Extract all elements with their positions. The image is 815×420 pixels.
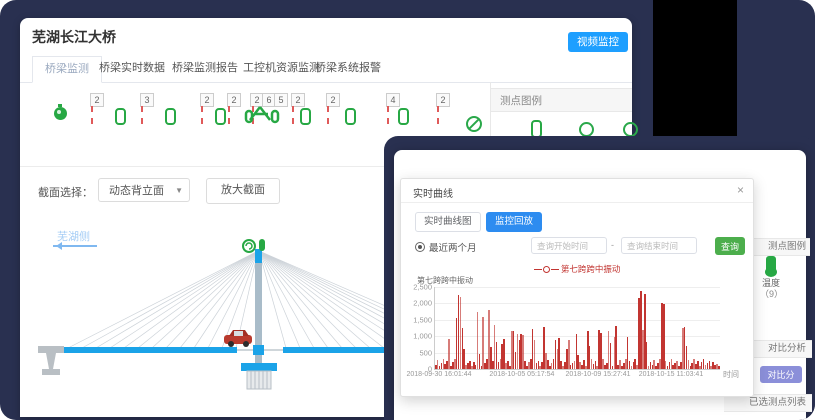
y-tick-label: 1,000	[413, 332, 432, 341]
left-pier	[38, 346, 64, 375]
tabs-bar: 桥梁监测 桥梁实时数据 桥梁监测报告 工控机资源监测 桥梁系统报警 视频监控	[20, 56, 632, 83]
y-tick-label: 500	[419, 348, 432, 357]
last-two-months-radio[interactable]	[415, 242, 425, 252]
vibration-bar	[448, 339, 450, 369]
link-sensor-icon[interactable]	[398, 108, 409, 125]
enlarge-section-button[interactable]: 放大截面	[206, 178, 280, 204]
detail-window: 测点图例 温度 （9） 对比分析 对比分析 已选测点列表 实时曲线 × 实时曲线…	[394, 150, 806, 420]
vibration-bar	[663, 304, 665, 369]
tab-ipc-resource[interactable]: 工控机资源监测	[243, 56, 320, 81]
tower-top-sensor-icons	[243, 239, 265, 252]
dashed-marker	[437, 106, 439, 124]
section-select-dropdown[interactable]: 动态背立面 ▼	[98, 178, 190, 202]
vibration-bar	[718, 366, 720, 369]
legend-panel-title: 测点图例	[491, 88, 632, 112]
black-screen-region	[653, 0, 737, 140]
link-sensor-icon[interactable]	[165, 108, 176, 125]
range-separator: -	[611, 240, 614, 250]
round-sensor-icon	[579, 122, 594, 137]
tab-realtime-data[interactable]: 桥梁实时数据	[99, 56, 165, 81]
link-sensor-icon[interactable]	[115, 108, 126, 125]
sensor-count-badge: 2	[291, 93, 305, 107]
page-background: 芜湖长江大桥 桥梁监测 桥梁实时数据 桥梁监测报告 工控机资源监测 桥梁系统报警…	[0, 0, 815, 420]
tab-monitor-playback[interactable]: 监控回放	[486, 212, 542, 232]
x-tick-label: 2018-10-09 15:27:41	[566, 371, 631, 378]
dashed-marker	[327, 106, 329, 124]
dashed-marker	[141, 106, 143, 124]
link-sensor-icon[interactable]	[215, 108, 226, 125]
last-two-months-label: 最近两个月	[429, 240, 477, 254]
modal-header: 实时曲线 ×	[401, 179, 753, 203]
dashed-marker	[387, 106, 389, 124]
link-sensor-icon[interactable]	[345, 108, 356, 125]
section-select-value: 动态背立面	[109, 185, 164, 197]
legend-line-icon	[534, 269, 542, 270]
sensor-count-badge: 2	[227, 93, 241, 107]
query-end-time-input[interactable]	[621, 237, 697, 254]
gridline	[435, 287, 720, 288]
prohibited-icon	[466, 116, 482, 132]
query-start-time-input[interactable]	[531, 237, 607, 254]
compare-analysis-button[interactable]: 对比分析	[760, 366, 802, 383]
round-sensor-icon	[623, 122, 638, 137]
link-sensor-icon[interactable]	[300, 108, 311, 125]
sensor-count-badge: 3	[140, 93, 154, 107]
temperature-count: （9）	[760, 287, 783, 300]
section-select-label: 截面选择：	[38, 184, 93, 200]
vibration-bar	[615, 326, 617, 369]
y-tick-label: 2,000	[413, 299, 432, 308]
car	[224, 330, 252, 347]
legend-label: 第七跨跨中振动	[561, 264, 621, 274]
realtime-curve-modal: 实时曲线 × 实时曲线图 监控回放 最近两个月 - 查询 第七跨跨中振动 第七跨…	[400, 178, 754, 397]
dashed-marker	[201, 106, 203, 124]
tab-realtime-curve[interactable]: 实时曲线图	[415, 212, 481, 232]
close-icon[interactable]: ×	[737, 183, 744, 197]
dashed-marker	[292, 106, 294, 124]
dashed-marker	[91, 106, 93, 124]
dashed-marker	[228, 106, 230, 124]
stopwatch-icon[interactable]	[54, 107, 67, 120]
x-axis-label: 时间	[723, 369, 739, 380]
legend-dot-icon	[543, 266, 550, 273]
x-tick-label: 2018-10-15 11:03:41	[639, 371, 703, 378]
thermometer-icon[interactable]	[766, 256, 776, 273]
tab-system-alarm[interactable]: 桥梁系统报警	[315, 56, 381, 81]
vibration-chart: 05001,0001,5002,0002,5002018-09-30 16:01…	[434, 287, 720, 370]
bridge-sensor-icon[interactable]	[244, 104, 280, 129]
vibration-bar	[482, 317, 484, 369]
chevron-down-icon: ▼	[175, 179, 183, 203]
sensor-count-badge: 2	[436, 93, 450, 107]
sensor-count-badge: 2	[326, 93, 340, 107]
x-tick-label: 2018-10-05 05:17:54	[489, 371, 554, 378]
y-tick-label: 1,500	[413, 315, 432, 324]
tab-bridge-monitor[interactable]: 桥梁监测	[32, 56, 102, 83]
y-tick-label: 2,500	[413, 283, 432, 292]
pile-cap	[241, 363, 277, 371]
tab-monitor-report[interactable]: 桥梁监测报告	[172, 56, 238, 81]
gridline	[435, 303, 720, 304]
legend-line-icon	[551, 269, 559, 270]
chart-legend: 第七跨跨中振动	[401, 263, 753, 275]
x-tick-label: 2018-09-30 16:01:44	[406, 371, 471, 378]
sensor-count-badge: 2	[90, 93, 104, 107]
sensor-count-badge: 2	[200, 93, 214, 107]
query-button[interactable]: 查询	[715, 237, 745, 255]
modal-title: 实时曲线	[413, 185, 453, 200]
page-title: 芜湖长江大桥	[32, 27, 116, 47]
pile-cylinder	[247, 371, 271, 389]
deck-left	[60, 347, 237, 353]
video-monitor-button[interactable]: 视频监控	[568, 32, 628, 52]
sensor-count-badge: 4	[386, 93, 400, 107]
